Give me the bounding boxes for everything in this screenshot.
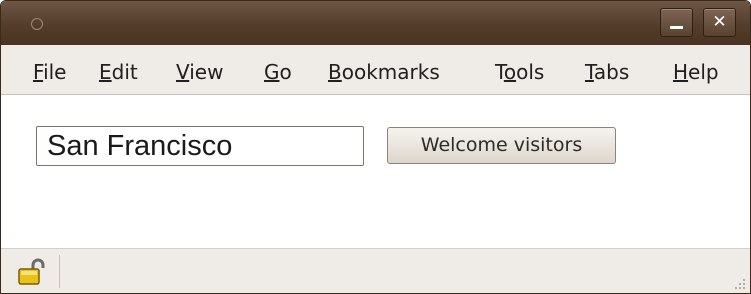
menu-go[interactable]: Go bbox=[264, 60, 292, 84]
menu-view-label: iew bbox=[189, 60, 224, 84]
menu-bookmarks-label: ookmarks bbox=[341, 60, 440, 84]
menu-help-label: elp bbox=[688, 60, 719, 84]
menu-edit[interactable]: Edit bbox=[99, 60, 138, 84]
menu-help-mnemonic: H bbox=[673, 60, 689, 84]
menu-tools-mnemonic: o bbox=[503, 60, 517, 84]
status-bar bbox=[1, 248, 750, 293]
menu-edit-mnemonic: E bbox=[99, 60, 112, 84]
menu-view[interactable]: View bbox=[176, 60, 223, 84]
menu-bookmarks-mnemonic: B bbox=[328, 60, 342, 84]
window-menu-icon[interactable] bbox=[31, 18, 43, 30]
menu-tabs-label: abs bbox=[593, 60, 630, 84]
menu-go-label: o bbox=[279, 60, 292, 84]
menu-tools-label: ols bbox=[516, 60, 545, 84]
menu-tabs-mnemonic: T bbox=[585, 60, 594, 84]
menu-view-mnemonic: V bbox=[176, 60, 190, 84]
menu-tools-prefix: T bbox=[495, 60, 504, 84]
welcome-visitors-button[interactable]: Welcome visitors bbox=[387, 127, 616, 164]
menu-help[interactable]: Help bbox=[673, 60, 719, 84]
menu-tools[interactable]: Tools bbox=[495, 60, 544, 84]
city-input[interactable] bbox=[36, 126, 364, 166]
menu-bookmarks[interactable]: Bookmarks bbox=[328, 60, 440, 84]
menu-tabs[interactable]: Tabs bbox=[585, 60, 629, 84]
resize-grip-icon[interactable] bbox=[732, 276, 746, 290]
minimize-icon bbox=[670, 26, 683, 29]
menu-file[interactable]: File bbox=[33, 60, 66, 84]
close-button[interactable]: ✕ bbox=[703, 8, 736, 37]
menu-file-label: ile bbox=[43, 60, 67, 84]
menu-go-mnemonic: G bbox=[264, 60, 280, 84]
menu-edit-label: dit bbox=[111, 60, 138, 84]
page-content: Welcome visitors bbox=[1, 95, 750, 248]
title-bar[interactable]: ✕ bbox=[1, 1, 750, 45]
status-separator bbox=[59, 255, 60, 288]
browser-window: ✕ File Edit View Go Bookmarks Tools Tabs… bbox=[0, 0, 751, 294]
menu-bar: File Edit View Go Bookmarks Tools Tabs H… bbox=[1, 45, 750, 95]
minimize-button[interactable] bbox=[660, 8, 693, 37]
close-icon: ✕ bbox=[712, 12, 727, 32]
menu-file-mnemonic: F bbox=[33, 60, 44, 84]
lock-icon[interactable] bbox=[17, 258, 47, 286]
